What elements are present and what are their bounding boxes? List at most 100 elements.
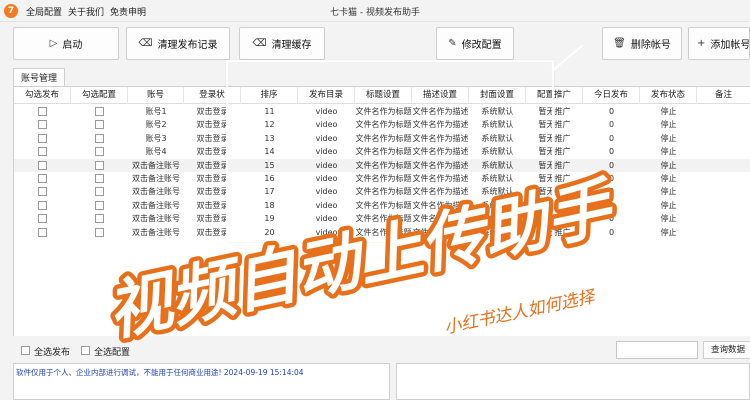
table-row[interactable]: 账号3 双击登录 13 video 文件名作为标题 文件名作为描述 系统默认 暂无推广 0 停止 [14,132,750,145]
add-account-button[interactable]: + 添加帐号 [688,27,750,60]
row-config-checkbox[interactable] [95,133,104,143]
col-header-publish-dir[interactable]: 发布目录 [298,87,355,104]
cell-promo-config: 暂无推广 [538,107,571,116]
cell-login-status[interactable]: 双击登录 [184,172,241,185]
title-bar: 7 全局配置 关于我们 免责申明 七卡猫 - 视频发布助手 [0,0,750,22]
col-header-order[interactable]: 排序 [241,87,298,104]
cell-login-status[interactable]: 双击登录 [184,199,241,212]
col-header-select-config[interactable]: 勾选配置 [71,87,128,104]
col-header-select-publish[interactable]: 勾选发布 [14,87,71,104]
cell-title-setting: 文件名作为标题 [355,200,412,210]
col-header-publish-status[interactable]: 发布状态 [640,87,697,104]
row-publish-checkbox[interactable] [38,147,47,157]
cell-remark [697,132,750,145]
row-publish-checkbox[interactable] [38,174,47,183]
query-data-button[interactable]: 查询数据 [703,341,750,359]
row-publish-checkbox[interactable] [38,107,47,116]
cell-login-status[interactable]: 双击登录 [184,226,241,239]
cell-publish-dir: video [315,200,338,210]
cell-login-status[interactable]: 双击登录 [184,132,241,145]
row-publish-checkbox[interactable] [38,200,47,210]
cell-account[interactable]: 双击备注账号 [128,159,184,172]
row-publish-checkbox[interactable] [38,120,47,130]
cell-login-status[interactable]: 双击登录 [184,185,241,198]
row-publish-checkbox[interactable] [38,133,47,143]
cell-account[interactable]: 双击备注账号 [128,172,184,185]
search-input[interactable] [616,341,698,359]
row-config-checkbox[interactable] [95,227,104,237]
edit-config-button[interactable]: ✎ 修改配置 [436,27,514,60]
cell-publish-status: 停止 [660,174,677,183]
col-header-today-published[interactable]: 今日发布 [583,87,640,104]
cell-publish-status: 停止 [660,227,677,237]
select-all-publish-checkbox[interactable] [21,346,30,355]
cell-promo-config: 暂无推广 [538,187,571,197]
table-row[interactable]: 双击备注账号 双击登录 20 video 文件名作为标题 文件名作为描述 系统默认 暂无推广 0… [14,226,750,239]
select-all-config-checkbox[interactable] [81,346,90,355]
row-config-checkbox[interactable] [95,200,104,210]
col-header-remark[interactable]: 备注 [697,87,750,104]
row-publish-checkbox[interactable] [38,214,47,224]
row-publish-checkbox[interactable] [38,160,47,170]
cell-login-status[interactable]: 双击登录 [184,105,241,118]
cell-today-published: 0 [608,107,615,116]
cell-account[interactable]: 双击备注账号 [128,212,184,225]
col-header-promo-config[interactable]: 配置推广 [526,87,583,104]
table-row[interactable]: 账号2 双击登录 12 video 文件名作为标题 文件名作为描述 系统默认 暂无推广 0 停止 [14,118,750,131]
cell-login-status[interactable]: 双击登录 [184,118,241,131]
clear-cache-button[interactable]: ⌫ 清理缓存 [239,27,325,60]
row-config-checkbox[interactable] [95,174,104,183]
row-config-checkbox[interactable] [95,214,104,224]
cell-publish-status: 停止 [660,133,677,143]
cell-title-setting: 文件名作为标题 [355,147,412,157]
table-row[interactable]: 双击备注账号 双击登录 15 video 文件名作为标题 文件名作为描述 系统默认 暂无推广 0… [14,158,750,172]
table-row[interactable]: 账号4 双击登录 14 video 文件名作为标题 文件名作为描述 系统默认 暂无推广 0 停止 [14,145,750,158]
row-publish-checkbox[interactable] [38,227,47,237]
row-config-checkbox[interactable] [95,120,104,130]
cell-account[interactable]: 账号2 [128,118,184,131]
cell-cover-setting: 系统默认 [481,120,514,130]
clear-cache-label: 清理缓存 [271,40,312,51]
cell-cover-setting: 系统默认 [481,147,514,157]
col-header-login-status[interactable]: 登录状 [184,87,241,104]
delete-account-button[interactable]: 🗑 删除帐号 [602,27,682,60]
log-line: 软件仅用于个人、企业内部进行调试，不能用于任何商业用途! 2024-09-19 … [16,368,304,377]
account-table: 勾选发布 勾选配置 账号 登录状 排序 发布目录 标题设置 描述设置 封面设置 … [13,86,750,336]
col-header-title-setting[interactable]: 标题设置 [355,87,412,104]
select-all-publish-label: 全选发布 [34,348,71,358]
cell-login-status[interactable]: 双击登录 [184,145,241,158]
start-button[interactable]: ▷ 启动 [13,27,119,60]
cell-account[interactable]: 账号4 [128,145,184,158]
row-publish-checkbox[interactable] [38,187,47,197]
clear-records-button[interactable]: ⌫ 清理发布记录 [126,27,230,60]
table-row[interactable]: 双击备注账号 双击登录 17 video 文件名作为标题 文件名作为描述 系统默认 暂无推广 0… [14,185,750,198]
select-all-config-label: 全选配置 [94,348,131,358]
cell-account[interactable]: 账号1 [128,105,184,118]
cell-today-published: 0 [608,174,615,183]
cell-account[interactable]: 账号3 [128,132,184,145]
tab-account-management[interactable]: 账号管理 [13,68,65,86]
table-row[interactable]: 双击备注账号 双击登录 19 video 文件名作为标题 文件名作为描述 系统默认 暂无推广 0… [14,212,750,225]
table-row[interactable]: 双击备注账号 双击登录 16 video 文件名作为标题 文件名作为描述 系统默认 暂无推广 0… [14,172,750,185]
cell-account[interactable]: 双击备注账号 [128,185,184,198]
table-row[interactable]: 双击备注账号 双击登录 18 video 文件名作为标题 文件名作为描述 系统默认 暂无推广 0… [14,199,750,212]
col-header-desc-setting[interactable]: 描述设置 [412,87,469,104]
cell-title-setting: 文件名作为标题 [355,174,412,183]
col-header-cover-setting[interactable]: 封面设置 [469,87,526,104]
cell-title-setting: 文件名作为标题 [355,187,412,197]
row-config-checkbox[interactable] [95,107,104,116]
col-header-account[interactable]: 账号 [128,87,184,104]
cell-desc-setting: 文件名作为描述 [412,120,469,130]
cell-account[interactable]: 双击备注账号 [128,226,184,239]
cell-publish-dir: video [315,160,338,170]
row-config-checkbox[interactable] [95,147,104,157]
pencil-icon: ✎ [448,38,457,49]
cell-publish-dir: video [315,120,338,130]
table-row[interactable]: 账号1 双击登录 11 video 文件名作为标题 文件名作为描述 系统默认 暂无推广 0 停止 [14,105,750,118]
cell-login-status[interactable]: 双击登录 [184,159,241,172]
row-config-checkbox[interactable] [95,187,104,197]
cell-login-status[interactable]: 双击登录 [184,212,241,225]
cell-account[interactable]: 双击备注账号 [128,199,184,212]
row-config-checkbox[interactable] [95,160,104,170]
cell-promo-config: 暂无推广 [538,214,571,224]
